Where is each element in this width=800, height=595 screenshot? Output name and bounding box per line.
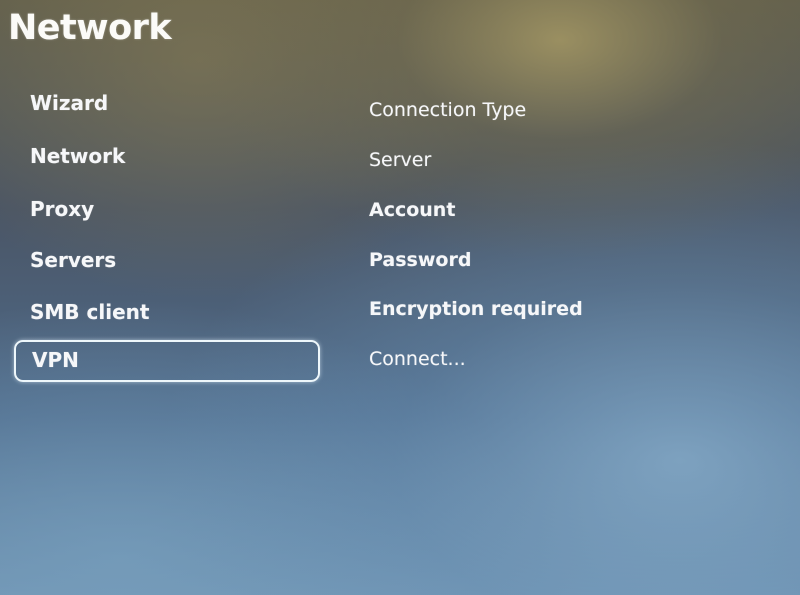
option-account[interactable]: Account bbox=[369, 199, 455, 221]
menu-item-smb-client[interactable]: SMB client bbox=[14, 291, 320, 333]
menu-item-proxy[interactable]: Proxy bbox=[14, 188, 320, 230]
menu-item-servers[interactable]: Servers bbox=[14, 239, 320, 281]
option-connection-type[interactable]: Connection Type bbox=[369, 99, 526, 121]
menu-item-network[interactable]: Network bbox=[14, 135, 320, 177]
menu-item-vpn[interactable]: VPN bbox=[14, 340, 320, 382]
option-encryption-required[interactable]: Encryption required bbox=[369, 298, 583, 320]
network-menu: Wizard Network Proxy Servers SMB client … bbox=[0, 0, 340, 595]
connect-button[interactable]: Connect... bbox=[369, 348, 466, 370]
option-password[interactable]: Password bbox=[369, 249, 471, 271]
vpn-settings-panel: Connection Type Server Account Password … bbox=[369, 0, 789, 595]
menu-item-wizard[interactable]: Wizard bbox=[14, 82, 320, 124]
option-server[interactable]: Server bbox=[369, 149, 431, 171]
